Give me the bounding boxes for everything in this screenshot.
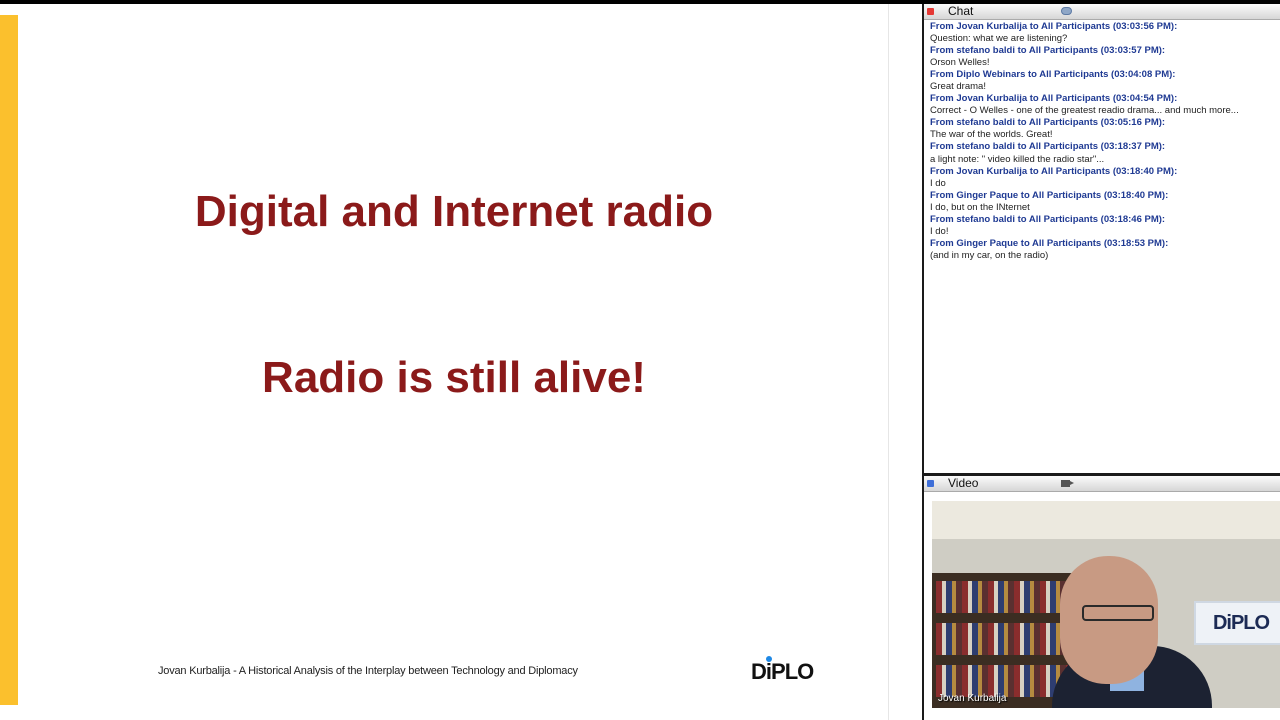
diplo-banner: DiPLO	[1194, 601, 1280, 645]
logo-text-i: i	[765, 659, 772, 684]
chat-message: From stefano baldi to All Participants (…	[930, 214, 1278, 238]
logo-text-pre: D	[751, 659, 767, 684]
chat-pod-header[interactable]: Chat	[924, 4, 1280, 20]
chat-message-body: a light note: " video killed the radio s…	[930, 153, 1105, 165]
chat-message: From stefano baldi to All Participants (…	[930, 141, 1278, 165]
chat-message: From Jovan Kurbalija to All Participants…	[930, 93, 1278, 117]
video-status-icon	[927, 480, 934, 487]
chat-message-list[interactable]: From Jovan Kurbalija to All Participants…	[930, 21, 1278, 262]
camera-icon[interactable]	[1061, 480, 1074, 487]
chat-options-icon[interactable]	[1061, 7, 1072, 15]
chat-message-header: From Diplo Webinars to All Participants …	[930, 69, 1176, 81]
bookshelf-row	[936, 581, 1076, 613]
chat-message-header: From Jovan Kurbalija to All Participants…	[930, 165, 1178, 177]
chat-message-body: (and in my car, on the radio)	[930, 249, 1049, 261]
chat-message: From Jovan Kurbalija to All Participants…	[930, 21, 1278, 45]
presentation-slide: Digital and Internet radio Radio is stil…	[0, 4, 922, 720]
chat-message: From stefano baldi to All Participants (…	[930, 117, 1278, 141]
chat-pod-title: Chat	[948, 4, 974, 18]
chat-message-header: From Jovan Kurbalija to All Participants…	[930, 93, 1178, 105]
logo-text-post: PLO	[771, 659, 814, 684]
chat-message-header: From stefano baldi to All Participants (…	[930, 141, 1166, 153]
slide-subtitle: Radio is still alive!	[262, 353, 646, 402]
chat-message: From Jovan Kurbalija to All Participants…	[930, 166, 1278, 190]
bookshelf-row	[936, 623, 1076, 655]
slide-title: Digital and Internet radio	[194, 187, 714, 236]
speaker-glasses	[1082, 605, 1154, 621]
video-pod-header[interactable]: Video	[924, 476, 1280, 492]
chat-message-body: Orson Welles!	[930, 57, 990, 69]
chat-status-icon	[927, 8, 934, 15]
chat-message-header: From Jovan Kurbalija to All Participants…	[930, 21, 1178, 32]
chat-message-header: From stefano baldi to All Participants (…	[930, 45, 1166, 57]
webcam-video-feed[interactable]: DiPLO Jovan Kurbalija	[932, 501, 1280, 708]
slide-footer: Jovan Kurbalija - A Historical Analysis …	[158, 665, 578, 677]
chat-message: From Diplo Webinars to All Participants …	[930, 69, 1278, 93]
chat-message-header: From stefano baldi to All Participants (…	[930, 213, 1166, 225]
chat-message: From Ginger Paque to All Participants (0…	[930, 190, 1278, 214]
chat-message-body: I do!	[930, 225, 949, 237]
chat-message-body: Correct - O Welles - one of the greatest…	[930, 105, 1239, 117]
chat-message-body: The war of the worlds. Great!	[930, 129, 1053, 141]
chat-message: From Ginger Paque to All Participants (0…	[930, 238, 1278, 262]
chat-message: From stefano baldi to All Participants (…	[930, 45, 1278, 69]
video-pod: Video DiPLO Jovan Kurbalija	[924, 476, 1280, 720]
chat-message-body: Question: what we are listening?	[930, 33, 1068, 45]
chat-message-body: I do	[930, 177, 946, 189]
chat-message-header: From stefano baldi to All Participants (…	[930, 117, 1166, 129]
video-pod-title: Video	[948, 476, 979, 490]
chat-pod: Chat From Jovan Kurbalija to All Partici…	[924, 4, 1280, 473]
chat-message-body: Great drama!	[930, 81, 986, 93]
diplo-logo: DiPLO	[751, 656, 814, 685]
speaker-name-label: Jovan Kurbalija	[938, 693, 1007, 704]
chat-message-body: I do, but on the INternet	[930, 201, 1030, 213]
chat-message-header: From Ginger Paque to All Participants (0…	[930, 189, 1169, 201]
chat-message-header: From Ginger Paque to All Participants (0…	[930, 237, 1169, 249]
